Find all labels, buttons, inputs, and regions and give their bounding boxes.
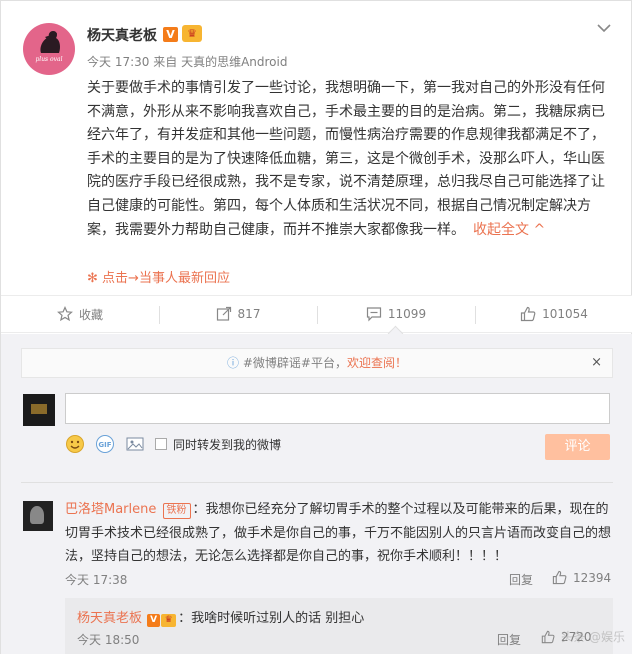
crown-badge-icon: ♛ <box>161 614 177 627</box>
crown-badge-icon[interactable]: ♛ <box>182 25 202 42</box>
info-icon: ⓘ <box>227 356 240 370</box>
fan-badge: 铁粉 <box>162 503 191 519</box>
comment-like-button[interactable]: 12394 <box>552 570 611 585</box>
reply-time: 今天 18:50 <box>77 633 140 647</box>
star-icon <box>57 306 73 322</box>
author-avatar[interactable]: plus oval <box>23 23 75 75</box>
thumbs-up-icon <box>520 306 536 322</box>
reply-content: ：我啥时候听过别人的话 别担心 <box>178 611 365 626</box>
forward-checkbox[interactable] <box>155 438 167 450</box>
repost-icon <box>216 306 231 321</box>
weibo-post-card: plus oval 杨天真老板 V ♛ 今天 17:30 来自 天真的思维And… <box>0 0 632 654</box>
hot-reply-link[interactable]: ✻ 点击→当事人最新回应 <box>87 267 230 286</box>
divider <box>21 482 613 483</box>
comment-input[interactable] <box>65 393 610 424</box>
comment-tools: GIF 同时转发到我的微博 <box>65 434 281 454</box>
chevron-down-icon[interactable] <box>595 21 613 35</box>
repost-count: 817 <box>237 307 261 321</box>
comment-section: ⓘ #微博辟谣#平台，欢迎查阅！ × GIF 同时转发到我的微博 评论 巴洛塔M… <box>1 334 632 654</box>
reply-thread: 杨天真老板 V ♛ ：我啥时候听过别人的话 别担心 今天 18:50 回复 2720 <box>65 598 613 654</box>
repost-button[interactable]: 817 <box>159 296 317 332</box>
emoji-icon[interactable] <box>65 434 85 454</box>
verified-badge-icon: V <box>147 614 161 627</box>
silhouette-icon <box>40 31 60 53</box>
comment-text: 巴洛塔Marlene 铁粉 ：我想你已经充分了解切胃手术的整个过程以及可能带来的后… <box>65 498 613 569</box>
source-prefix: 来自 <box>153 55 178 69</box>
comment-time: 今天 17:38 <box>65 573 128 587</box>
post-time[interactable]: 今天 17:30 <box>87 55 149 69</box>
flower-icon: ✻ <box>87 271 98 286</box>
comment-button[interactable]: 11099 <box>317 296 475 332</box>
hot-reply-label: 点击→当事人最新回应 <box>102 271 230 286</box>
submit-comment-button[interactable]: 评论 <box>545 434 610 460</box>
reply-text: 杨天真老板 V ♛ ：我啥时候听过别人的话 别担心 <box>77 607 364 627</box>
verified-badge-icon[interactable]: V <box>163 27 178 42</box>
post-body: 关于要做手术的事情引发了一些讨论，我想明确一下，第一我对自己的外形没有任何不满意… <box>87 77 607 242</box>
svg-text:GIF: GIF <box>98 441 111 449</box>
reply-button[interactable]: 回复 <box>509 571 533 588</box>
commenter-avatar[interactable] <box>23 501 53 531</box>
commenter-name[interactable]: 巴洛塔Marlene <box>65 502 156 517</box>
close-icon[interactable]: × <box>591 349 602 377</box>
watermark: 头条 @娱乐 <box>561 630 625 644</box>
post-action-bar: 收藏 817 11099 101054 <box>1 295 632 333</box>
thumbs-up-icon <box>552 570 567 585</box>
comment-like-count: 12394 <box>573 570 612 585</box>
current-user-avatar[interactable] <box>23 394 55 426</box>
post-text: 关于要做手术的事情引发了一些讨论，我想明确一下，第一我对自己的外形没有任何不满意… <box>87 80 605 238</box>
notice-link[interactable]: 欢迎查阅！ <box>347 356 407 370</box>
avatar-logo-text: plus oval <box>35 56 63 63</box>
notice-text: #微博辟谣#平台， <box>242 356 347 370</box>
image-icon[interactable] <box>125 434 145 454</box>
post-meta: 今天 17:30 来自 天真的思维Android <box>87 53 287 70</box>
forward-label: 同时转发到我的微博 <box>173 437 282 452</box>
thumbs-up-icon <box>541 630 555 644</box>
like-button[interactable]: 101054 <box>475 296 632 332</box>
reply-author-name[interactable]: 杨天真老板 <box>77 611 142 626</box>
favorite-label: 收藏 <box>78 307 103 322</box>
post-source[interactable]: 天真的思维Android <box>181 55 287 69</box>
reply-reply-button[interactable]: 回复 <box>497 631 521 648</box>
comment-count: 11099 <box>387 307 427 321</box>
gif-icon[interactable]: GIF <box>95 434 115 454</box>
favorite-button[interactable]: 收藏 <box>1 296 159 332</box>
post-author-name[interactable]: 杨天真老板 <box>87 25 157 45</box>
like-count: 101054 <box>542 307 588 321</box>
comment-icon <box>366 307 382 322</box>
collapse-link[interactable]: 收起全文 ^ <box>473 222 545 238</box>
rumor-notice-bar: ⓘ #微博辟谣#平台，欢迎查阅！ × <box>21 348 613 378</box>
